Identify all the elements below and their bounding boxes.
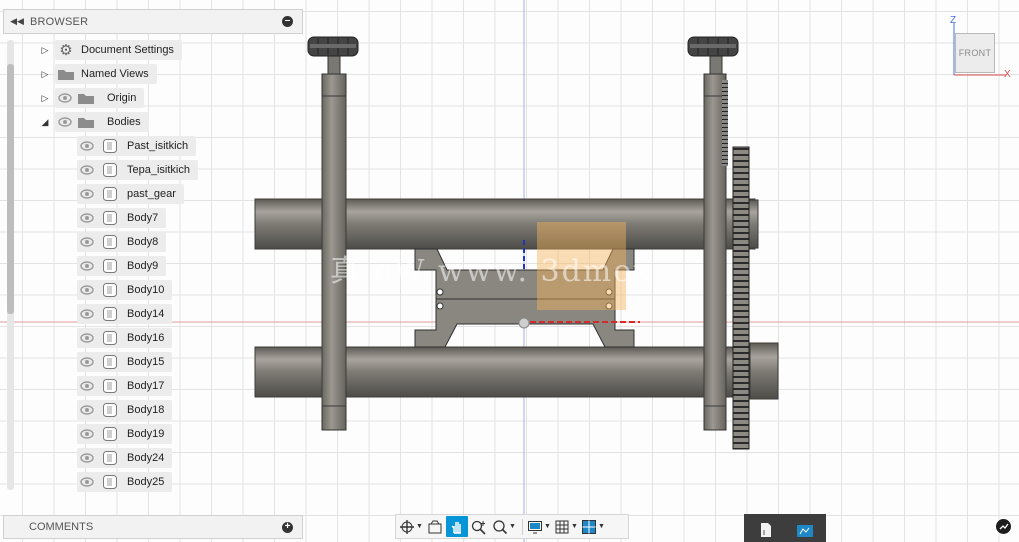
eye-icon[interactable]: [77, 304, 97, 324]
watermark-text: 真 oW www. 3dmox: [330, 254, 653, 289]
eye-icon[interactable]: [55, 112, 75, 132]
comments-bar[interactable]: COMMENTS +: [3, 515, 303, 539]
body-icon: [97, 328, 123, 348]
tree-item-body[interactable]: Body15: [77, 352, 173, 372]
gear[interactable]: [732, 146, 750, 450]
collapse-panel-icon[interactable]: ◀◀: [8, 16, 26, 27]
eye-icon[interactable]: [77, 208, 97, 228]
expand-icon[interactable]: ▷: [37, 88, 53, 108]
tree-item-body[interactable]: Body19: [77, 424, 173, 444]
grid-settings-icon[interactable]: ▼: [553, 516, 579, 537]
eye-icon[interactable]: [77, 472, 97, 492]
body-icon: [97, 304, 123, 324]
body-icon: [97, 208, 123, 228]
eye-icon[interactable]: [77, 376, 97, 396]
eye-icon[interactable]: [77, 232, 97, 252]
tree-item-named-views[interactable]: ▷ Named Views: [37, 64, 157, 84]
tree-item-body[interactable]: Body24: [77, 448, 173, 468]
display-settings-icon[interactable]: ▼: [526, 516, 552, 537]
tree-item-body[interactable]: past_gear: [77, 184, 184, 204]
minimize-browser-button[interactable]: –: [282, 16, 293, 27]
eye-icon[interactable]: [77, 256, 97, 276]
tree-item-document-settings[interactable]: ▷ ⚙ Document Settings: [37, 40, 182, 60]
body-icon: [97, 424, 123, 444]
body-icon: [97, 232, 123, 252]
body-icon: [97, 448, 123, 468]
body-icon: [97, 136, 123, 156]
viewcube-front-face[interactable]: FRONT: [955, 33, 995, 73]
status-panel: [744, 514, 826, 542]
tree-item-body[interactable]: Body10: [77, 280, 173, 300]
body-icon: [97, 352, 123, 372]
browser-header[interactable]: ◀◀ BROWSER –: [3, 9, 303, 34]
tree-item-body[interactable]: Body25: [77, 472, 173, 492]
look-at-icon[interactable]: [425, 516, 445, 537]
tree-item-body[interactable]: Body8: [77, 232, 167, 252]
zoom-window-icon[interactable]: ▼: [490, 516, 518, 537]
body-icon: [97, 472, 123, 492]
folder-icon: [75, 88, 97, 108]
body-icon: [97, 280, 123, 300]
collapse-icon[interactable]: ◢: [37, 112, 53, 132]
body-icon: [97, 376, 123, 396]
scrollbar-thumb[interactable]: [7, 64, 14, 314]
eye-icon[interactable]: [77, 160, 97, 180]
job-status-icon[interactable]: [796, 524, 814, 541]
eye-icon[interactable]: [77, 280, 97, 300]
tree-item-body[interactable]: Body7: [77, 208, 167, 228]
body-icon: [97, 256, 123, 276]
browser-scrollbar[interactable]: [7, 40, 14, 490]
toolbar-divider: [522, 518, 523, 535]
navigation-toolbar: ▼ ▼ ▼ ▼ ▼: [395, 514, 629, 539]
tree-item-body[interactable]: Tepa_isitkich: [77, 160, 198, 180]
folder-icon: [75, 112, 97, 132]
eye-icon[interactable]: [77, 424, 97, 444]
orbit-icon[interactable]: ▼: [398, 516, 424, 537]
tree-item-origin[interactable]: ▷ Origin: [37, 88, 145, 108]
viewports-icon[interactable]: ▼: [580, 516, 606, 537]
tree-item-bodies[interactable]: ◢ Bodies: [37, 112, 149, 132]
browser-title: BROWSER: [30, 15, 89, 28]
gear-icon: ⚙: [59, 42, 73, 59]
pan-icon[interactable]: [446, 516, 468, 537]
tree-item-body[interactable]: Body18: [77, 400, 173, 420]
eye-icon[interactable]: [77, 448, 97, 468]
tree-item-body[interactable]: Body9: [77, 256, 167, 276]
x-axis-label: X: [1004, 69, 1011, 80]
eye-icon[interactable]: [77, 400, 97, 420]
body-icon: [97, 160, 123, 180]
add-comment-button[interactable]: +: [282, 522, 293, 533]
eye-icon[interactable]: [77, 136, 97, 156]
eye-icon[interactable]: [77, 184, 97, 204]
tree-item-body[interactable]: Body16: [77, 328, 173, 348]
help-icon[interactable]: [996, 519, 1011, 534]
viewcube[interactable]: Z FRONT X: [940, 15, 1015, 80]
expand-icon[interactable]: ▷: [37, 40, 53, 60]
tree-item-body[interactable]: Body14: [77, 304, 173, 324]
expand-icon[interactable]: ▷: [37, 64, 53, 84]
body-icon: [97, 184, 123, 204]
body-icon: [97, 400, 123, 420]
document-icon[interactable]: [759, 522, 773, 541]
tree-item-body[interactable]: Body17: [77, 376, 173, 396]
eye-icon[interactable]: [77, 352, 97, 372]
comments-title: COMMENTS: [29, 521, 94, 533]
tree-item-body[interactable]: Past_isitkich: [77, 136, 197, 156]
eye-icon[interactable]: [55, 88, 75, 108]
zoom-icon[interactable]: [469, 516, 489, 537]
folder-icon: [55, 64, 77, 84]
eye-icon[interactable]: [77, 328, 97, 348]
